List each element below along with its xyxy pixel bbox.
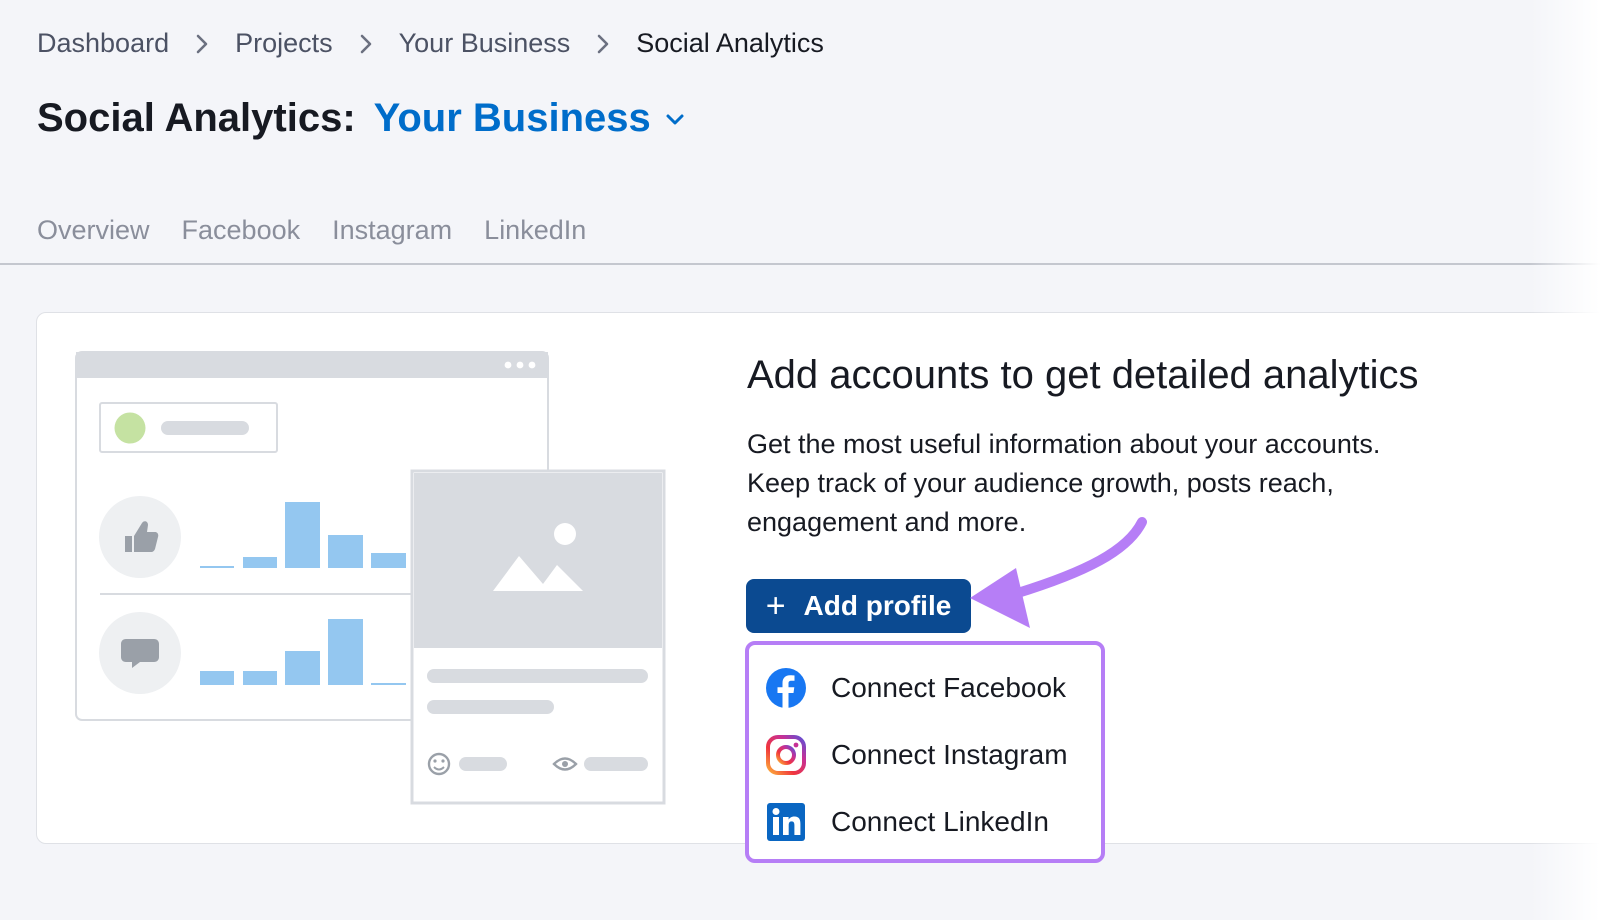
linkedin-icon — [767, 803, 805, 841]
plus-icon: + — [765, 587, 786, 625]
chevron-down-icon — [666, 114, 684, 124]
chevron-right-icon — [196, 34, 208, 53]
tab-facebook[interactable]: Facebook — [182, 215, 301, 246]
add-profile-button[interactable]: + Add profile — [746, 579, 971, 633]
page-title-label: Social Analytics: — [37, 96, 356, 140]
chevron-right-icon — [360, 34, 371, 53]
mock-window-titlebar — [76, 352, 548, 378]
annotation-arrow-icon — [970, 517, 1147, 628]
menu-item-connect-facebook[interactable]: Connect Facebook — [765, 665, 1066, 711]
facebook-icon — [766, 668, 806, 708]
breadcrumb-current: Social Analytics — [636, 28, 824, 58]
project-name: Your Business — [373, 96, 651, 140]
connect-account-menu: Connect Facebook Connect Instagram Conne… — [745, 641, 1105, 863]
description-line: Get the most useful information about yo… — [747, 429, 1381, 459]
tab-bar: Overview Facebook Instagram LinkedIn — [37, 215, 618, 246]
instagram-icon — [766, 735, 806, 775]
breadcrumb: Dashboard Projects Your Business Social … — [37, 28, 824, 59]
menu-item-label: Connect Facebook — [831, 672, 1067, 703]
tab-linkedin[interactable]: LinkedIn — [484, 215, 586, 246]
empty-state-card: Add accounts to get detailed analytics G… — [36, 312, 1600, 863]
description-line: Keep track of your audience growth, post… — [747, 468, 1334, 498]
breadcrumb-projects[interactable]: Projects — [235, 28, 333, 59]
breadcrumb-dashboard[interactable]: Dashboard — [37, 28, 169, 59]
menu-item-label: Connect LinkedIn — [831, 806, 1049, 837]
page-title: Social Analytics: Your Business — [37, 96, 687, 141]
analytics-illustration — [75, 351, 666, 805]
breadcrumb-your-business[interactable]: Your Business — [399, 28, 571, 59]
menu-item-label: Connect Instagram — [831, 739, 1068, 770]
chevron-right-icon — [597, 34, 609, 53]
menu-item-connect-instagram[interactable]: Connect Instagram — [765, 732, 1068, 778]
card-heading: Add accounts to get detailed analytics — [747, 353, 1419, 397]
tab-overview[interactable]: Overview — [37, 215, 150, 246]
menu-item-connect-linkedin[interactable]: Connect LinkedIn — [765, 799, 1049, 845]
add-profile-label: Add profile — [803, 590, 952, 621]
tab-instagram[interactable]: Instagram — [332, 215, 452, 246]
project-selector[interactable]: Your Business — [374, 96, 687, 141]
tabs-divider — [0, 263, 1600, 265]
